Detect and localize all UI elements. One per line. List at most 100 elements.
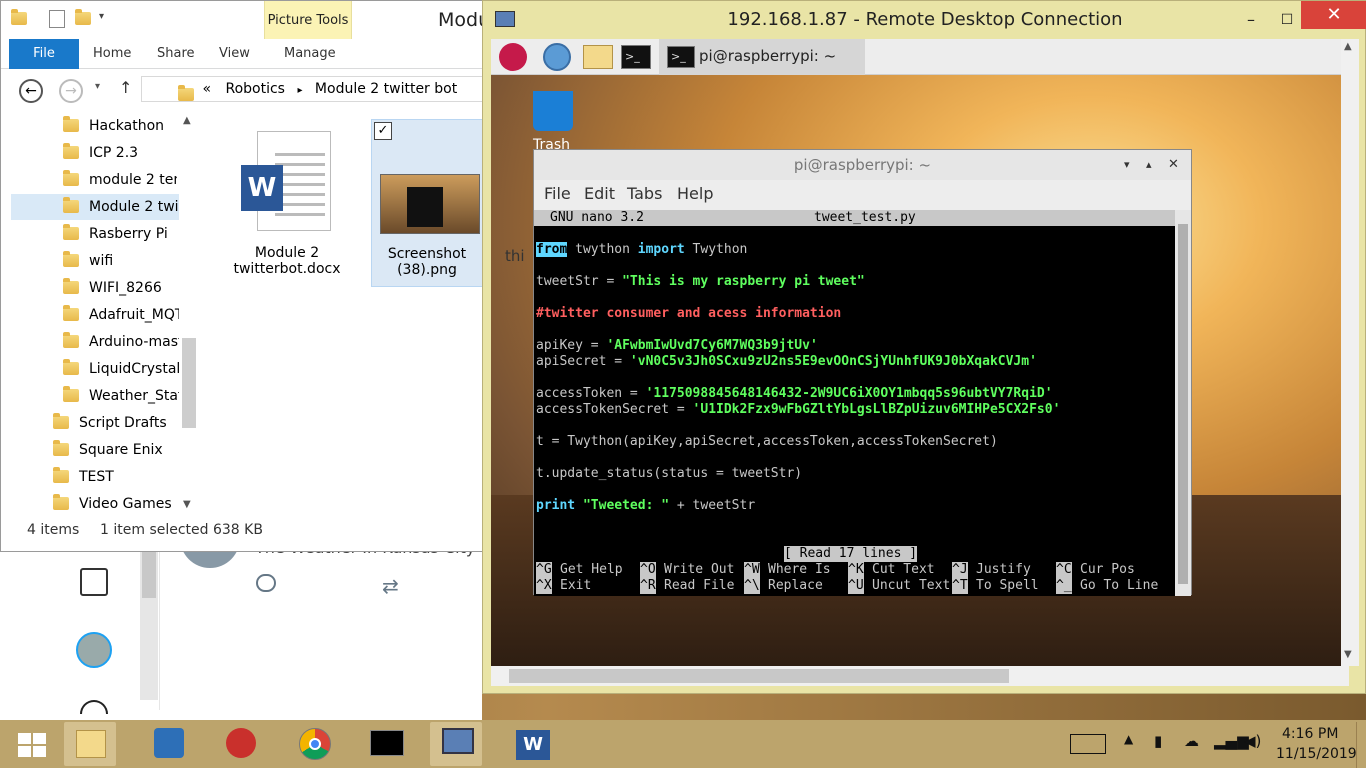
rdp-vertical-scrollbar[interactable]: ▲ ▼ xyxy=(1341,39,1359,666)
document-icon[interactable] xyxy=(80,568,108,596)
nav-item[interactable]: Square Enix xyxy=(53,437,163,463)
show-desktop-button[interactable] xyxy=(1356,722,1366,768)
nav-item[interactable]: TEST xyxy=(53,464,114,490)
checkbox-icon[interactable]: ✓ xyxy=(374,122,392,140)
nav-scrollbar[interactable]: ▲ ▼ xyxy=(179,113,199,513)
code-line[interactable]: t.update_status(status = tweetStr) xyxy=(536,466,802,482)
nav-item[interactable]: Arduino-mast xyxy=(63,329,179,355)
taskbar-task-terminal[interactable]: >_ pi@raspberrypi: ~ xyxy=(659,39,865,75)
taskbar-remote-desktop[interactable] xyxy=(430,722,482,766)
tab-share[interactable]: Share xyxy=(157,39,195,69)
volume-icon[interactable]: ◀) xyxy=(1244,732,1261,750)
profile-icon[interactable] xyxy=(76,632,112,668)
nav-item[interactable]: Video Games xyxy=(53,491,172,517)
word-doc-icon[interactable]: W xyxy=(241,131,331,236)
trash-icon[interactable] xyxy=(533,91,573,131)
minimize-button[interactable]: – xyxy=(1241,1,1261,39)
more-icon[interactable] xyxy=(80,700,108,714)
file-name[interactable]: Screenshot (38).png xyxy=(372,246,482,278)
rdp-horizontal-scrollbar[interactable] xyxy=(491,666,1349,686)
code-line[interactable]: print "Tweeted: " + tweetStr xyxy=(536,498,755,514)
terminal-maximize-button[interactable]: ▴ xyxy=(1146,150,1152,180)
terminal-icon[interactable]: >_ xyxy=(621,45,651,69)
shortcut-key: ^X xyxy=(536,578,552,594)
menu-tabs[interactable]: Tabs xyxy=(627,184,662,203)
file-name[interactable]: Module 2 twitterbot.docx xyxy=(219,245,355,277)
new-folder-icon[interactable] xyxy=(75,9,91,25)
shortcut-label: Get Help xyxy=(560,562,623,577)
code-line[interactable]: t = Twython(apiKey,apiSecret,accessToken… xyxy=(536,434,998,450)
tab-view[interactable]: View xyxy=(219,39,250,69)
tab-file[interactable]: File xyxy=(9,39,79,69)
code-line[interactable]: accessTokenSecret = 'U1IDk2Fzx9wFbGZltYb… xyxy=(536,402,1060,418)
taskbar-control-panel[interactable] xyxy=(142,722,194,766)
nav-item[interactable]: ICP 2.3 xyxy=(63,140,138,166)
nano-editor[interactable]: GNU nano 3.2 tweet_test.py from twython … xyxy=(534,210,1175,596)
retweet-icon[interactable]: ⇄ xyxy=(382,574,399,598)
terminal-menubar: File Edit Tabs Help xyxy=(534,180,1191,210)
nav-item[interactable]: Script Drafts xyxy=(53,410,167,436)
nav-item[interactable]: LiquidCrystal_ xyxy=(63,356,179,382)
tab-manage[interactable]: Manage xyxy=(284,39,336,69)
battery-icon[interactable]: ▮ xyxy=(1154,732,1162,750)
nav-item[interactable]: Rasberry Pi xyxy=(63,221,168,247)
address-box[interactable]: « Robotics ▸ Module 2 twitter bot xyxy=(141,76,485,102)
file-explorer-window: ▾ Modu Picture Tools File Home Share Vie… xyxy=(0,0,490,552)
clock-date[interactable]: 11/15/2019 xyxy=(1276,746,1357,762)
code-line[interactable]: from twython import Twython xyxy=(536,242,747,258)
code-line[interactable]: #twitter consumer and acess information xyxy=(536,306,841,322)
terminal-close-button[interactable]: ✕ xyxy=(1168,150,1179,180)
clock-time[interactable]: 4:16 PM xyxy=(1282,726,1338,742)
web-browser-icon[interactable] xyxy=(543,43,571,71)
menu-edit[interactable]: Edit xyxy=(584,184,615,203)
shortcut-key: ^R xyxy=(640,578,656,594)
folder-icon xyxy=(11,9,27,25)
code-line[interactable]: apiKey = 'AFwbmIwUvd7Cy6M7WQ3b9jtUv' xyxy=(536,338,818,354)
code-line[interactable]: tweetStr = "This is my raspberry pi twee… xyxy=(536,274,865,290)
remote-desktop-area[interactable]: thi >_ >_ pi@raspberrypi: ~ Trash pi@ras… xyxy=(491,39,1349,666)
code-line[interactable]: accessToken = '1175098845648146432-2W9UC… xyxy=(536,386,1053,402)
remote-desktop-window: 192.168.1.87 - Remote Desktop Connection… xyxy=(482,0,1366,694)
recent-dropdown-icon[interactable]: ▾ xyxy=(95,81,100,92)
properties-icon[interactable] xyxy=(49,10,65,28)
taskbar-word[interactable]: W xyxy=(506,722,558,766)
breadcrumb-module2[interactable]: Module 2 twitter bot xyxy=(315,81,457,97)
breadcrumb-prefix[interactable]: « xyxy=(202,81,211,97)
taskbar-chrome[interactable] xyxy=(287,722,339,766)
qat-dropdown-icon[interactable]: ▾ xyxy=(99,11,104,22)
forward-button[interactable]: → xyxy=(59,79,83,103)
background-scrollbar[interactable] xyxy=(140,540,158,700)
cmd-icon xyxy=(370,730,404,756)
nav-item[interactable]: Weather_Stat xyxy=(63,383,179,409)
shortcut-key: ^G xyxy=(536,562,552,578)
close-button[interactable]: ✕ xyxy=(1301,1,1366,29)
nav-item[interactable]: wifi xyxy=(63,248,113,274)
nav-item[interactable]: module 2 ten xyxy=(63,167,177,193)
file-item-selected[interactable]: ✓ Screenshot (38).png xyxy=(371,119,483,287)
nav-item[interactable]: Adafruit_MQT xyxy=(63,302,179,328)
reply-icon[interactable] xyxy=(256,574,276,592)
file-manager-icon[interactable] xyxy=(583,45,613,69)
nav-item-selected[interactable]: Module 2 twi xyxy=(11,194,179,220)
breadcrumb-robotics[interactable]: Robotics xyxy=(225,81,285,97)
keyboard-icon[interactable] xyxy=(1070,734,1106,754)
file-explorer-icon xyxy=(76,730,106,758)
nav-item[interactable]: WIFI_8266 xyxy=(63,275,162,301)
show-hidden-icons-icon[interactable]: ▲ xyxy=(1124,732,1133,746)
tab-home[interactable]: Home xyxy=(93,39,131,69)
terminal-minimize-button[interactable]: ▾ xyxy=(1124,150,1130,180)
menu-help[interactable]: Help xyxy=(677,184,713,203)
onedrive-icon[interactable]: ☁ xyxy=(1184,732,1199,750)
taskbar-cmd[interactable] xyxy=(360,722,412,766)
nav-item[interactable]: Hackathon xyxy=(63,113,164,139)
taskbar-power[interactable] xyxy=(214,722,266,766)
raspberry-menu-icon[interactable] xyxy=(499,43,527,71)
menu-file[interactable]: File xyxy=(544,184,571,203)
up-button[interactable]: ↑ xyxy=(119,78,132,97)
terminal-scrollbar[interactable] xyxy=(1175,210,1191,596)
back-button[interactable]: ← xyxy=(19,79,43,103)
taskbar-file-explorer[interactable] xyxy=(64,722,116,766)
shortcut-key: ^_ xyxy=(1056,578,1072,594)
start-button[interactable] xyxy=(6,722,58,766)
code-line[interactable]: apiSecret = 'vN0C5v3Jh0SCxu9zU2ns5E9evOO… xyxy=(536,354,1037,370)
